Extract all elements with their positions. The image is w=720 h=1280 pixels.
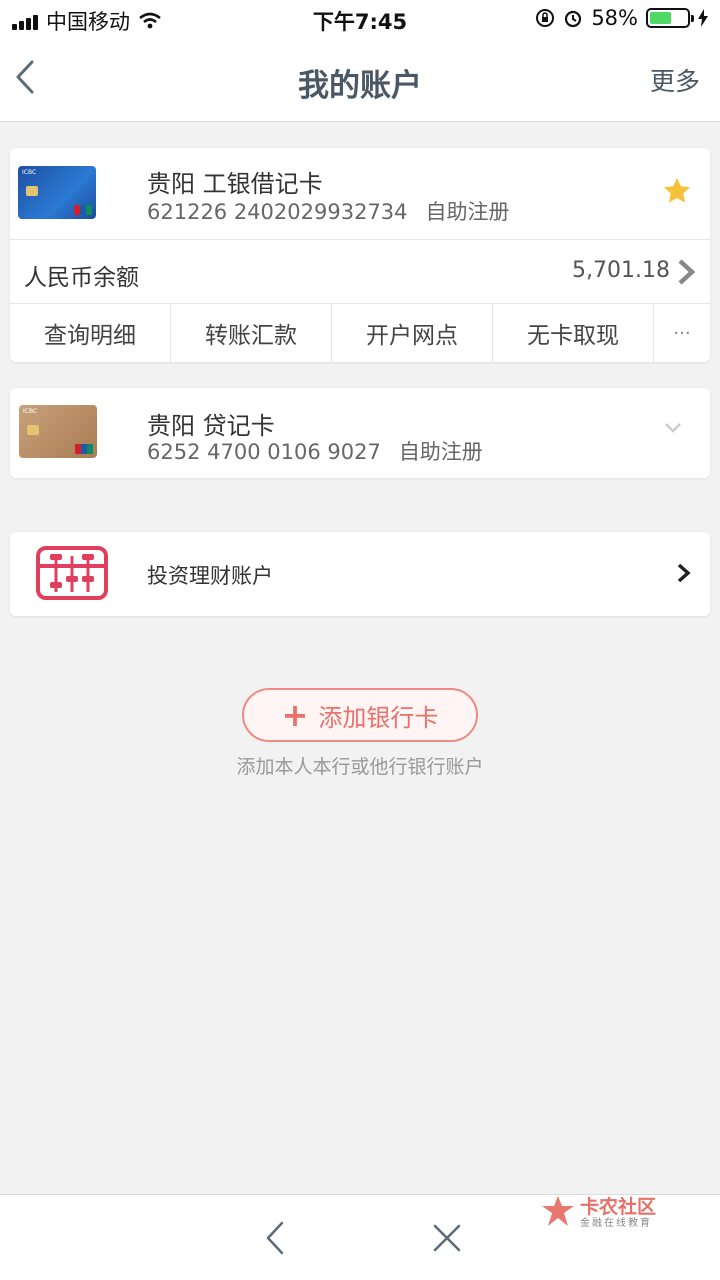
watermark-sub: 金融在线教育 (580, 1218, 652, 1229)
more-button[interactable]: 更多 (650, 62, 700, 98)
branch-button[interactable]: 开户网点 (332, 304, 493, 362)
close-icon[interactable] (432, 1223, 462, 1253)
add-card-hint: 添加本人本行或他行银行账户 (236, 756, 484, 778)
account-number-line: 6252 4700 0106 9027 自助注册 (147, 436, 483, 466)
charging-icon (698, 9, 708, 27)
account-card-credit[interactable]: ICBC 贵阳 贷记卡 6252 4700 0106 9027 自助注册 (10, 388, 710, 478)
chevron-right-icon (677, 563, 691, 583)
account-number-line: 621226 2402029932734 自助注册 (147, 196, 510, 226)
account-card-debit: ICBC 贵阳 工银借记卡 621226 2402029932734 自助注册 人… (10, 148, 710, 362)
favorite-star-icon[interactable] (662, 176, 692, 206)
registration-type: 自助注册 (398, 440, 483, 464)
balance-amount: 5,701.18 (572, 258, 670, 283)
add-bank-card-label: 添加银行卡 (318, 703, 439, 732)
transfer-button[interactable]: 转账汇款 (171, 304, 332, 362)
account-name: 贵阳 工银借记卡 (147, 170, 323, 198)
account-actions: 查询明细 转账汇款 开户网点 无卡取现 ··· (10, 304, 710, 362)
chevron-right-icon (678, 259, 696, 285)
investment-label: 投资理财账户 (147, 564, 273, 588)
back-icon[interactable] (262, 1219, 288, 1257)
registration-type: 自助注册 (425, 200, 510, 224)
abacus-icon (36, 546, 108, 600)
more-actions-button[interactable]: ··· (654, 304, 710, 362)
cardless-withdraw-button[interactable]: 无卡取现 (493, 304, 654, 362)
battery-icon (646, 8, 694, 28)
plus-icon: + (281, 696, 309, 734)
query-details-button[interactable]: 查询明细 (10, 304, 171, 362)
account-number: 621226 2402029932734 (147, 200, 408, 224)
navigation-bar: 我的账户 更多 (0, 36, 720, 122)
balance-label: 人民币余额 (24, 265, 139, 291)
watermark-logo-icon (542, 1196, 574, 1226)
account-number: 6252 4700 0106 9027 (147, 440, 381, 464)
add-bank-card-button[interactable]: + 添加银行卡 (242, 688, 478, 742)
page-title: 我的账户 (298, 68, 422, 104)
battery-percent: 58% (591, 6, 638, 30)
bank-card-image: ICBC (18, 166, 96, 219)
chevron-down-icon[interactable] (664, 422, 682, 434)
bank-card-image: ICBC (19, 405, 97, 458)
balance-row[interactable]: 人民币余额 5,701.18 (10, 240, 710, 304)
rotation-lock-icon (536, 9, 555, 27)
account-card-header[interactable]: ICBC 贵阳 工银借记卡 621226 2402029932734 自助注册 (10, 148, 710, 240)
status-bar: 中国移动 下午7:45 58% (0, 0, 720, 36)
watermark: 卡农社区 金融在线教育 (540, 1192, 720, 1232)
investment-account-row[interactable]: 投资理财账户 (10, 532, 710, 616)
alarm-icon (565, 10, 582, 28)
